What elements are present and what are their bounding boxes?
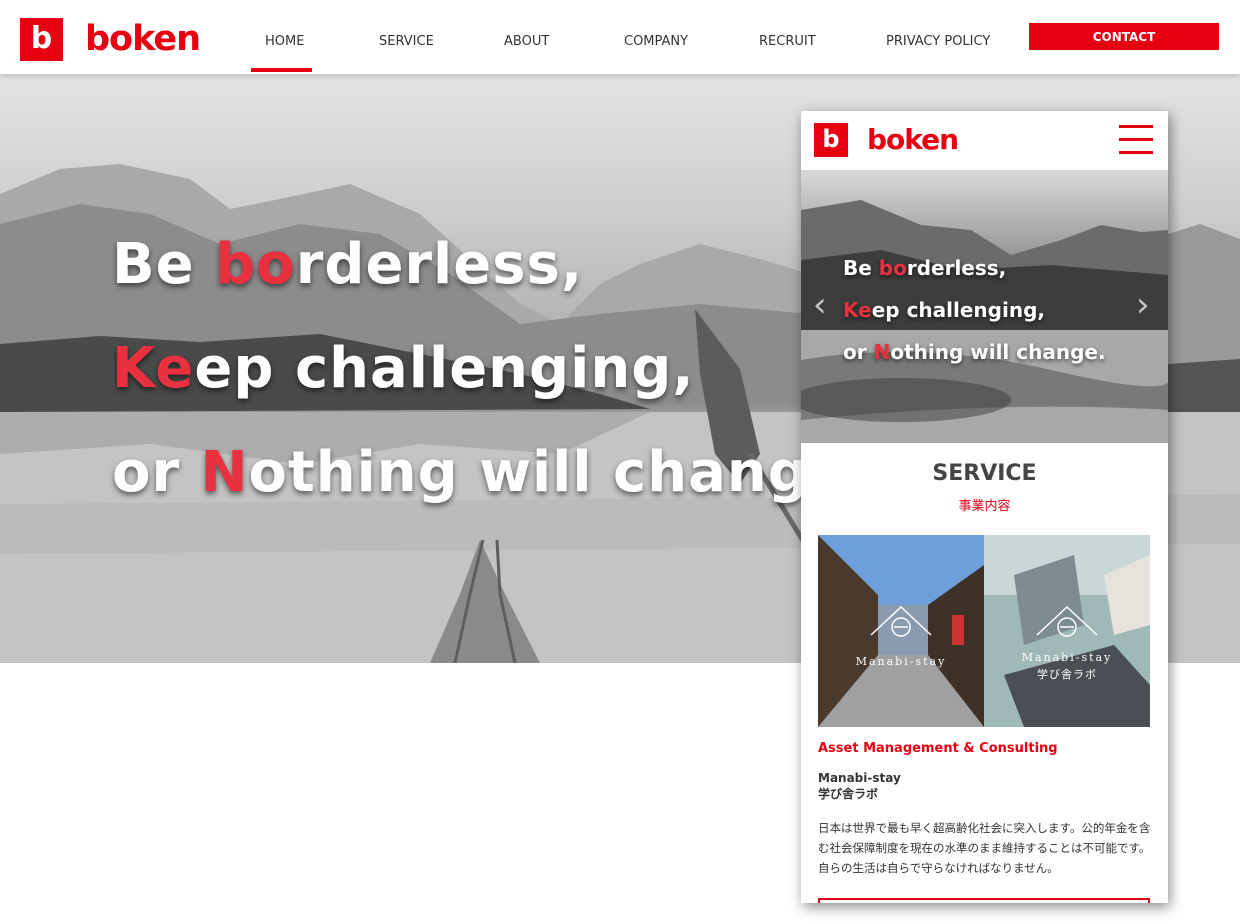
laptop-photo [984,535,1150,727]
service-card-manabi-labo[interactable]: Manabi-stay 学び舎ラボ [984,535,1150,727]
hero-line-3-rest: othing will change. [248,440,871,505]
service-name-en: Manabi-stay [818,771,901,785]
slider-next-arrow[interactable]: › [1136,285,1150,325]
logo-wordmark: boken [85,19,201,59]
logo-mark: b [20,18,63,61]
mobile-line-1-text: Be [843,256,879,280]
hero-line-3-text: or [112,440,201,505]
mobile-header: b boken [801,111,1168,170]
nav-about[interactable]: ABOUT [504,34,549,49]
card-2-sublabel: 学び舎ラボ [1037,668,1097,681]
site-logo[interactable]: b boken [20,18,201,61]
mobile-line-3-rest: othing will change. [890,340,1106,364]
slider-prev-arrow[interactable]: ‹ [813,285,827,325]
mobile-tagline-line-2: Keep challenging, [843,298,1045,322]
nav-recruit[interactable]: RECRUIT [759,34,816,49]
mobile-logo-wordmark[interactable]: boken [867,121,959,159]
mobile-line-3-text: or [843,340,874,364]
card-1-label: Manabi-stay [855,655,947,668]
hero-line-1-text: Be [112,232,216,297]
mobile-hero: ‹ › Be borderless, Keep challenging, or … [801,170,1168,443]
service-name-jp: 学び舎ラボ [818,787,879,801]
nav-company[interactable]: COMPANY [624,34,688,49]
hero-line-2-rest: ep challenging, [194,336,695,401]
mobile-line-1-rest: rderless, [906,256,1007,280]
service-card-manabi-stay[interactable]: Manabi-stay [818,535,984,727]
mobile-logo-letter: b [822,125,840,153]
service-heading[interactable]: Asset Management & Consulting [818,741,1058,756]
mobile-tagline-line-3: or Nothing will change. [843,340,1106,364]
mobile-line-3-highlight: N [873,340,891,364]
service-section-subtitle: 事業内容 [958,499,1011,514]
mobile-preview: b boken ‹ › Be borderless, Keep challeng… [801,111,1168,903]
mobile-line-1-highlight: bo [878,256,907,280]
street-photo [818,535,984,727]
nav-active-indicator [251,68,312,72]
hero-tagline-line-3: or Nothing will change. [112,440,870,505]
hero-line-2-highlight: Ke [112,336,195,401]
hero-line-1-highlight: bo [215,232,296,297]
site-header: b boken HOME SERVICE ABOUT COMPANY RECRU… [0,0,1240,74]
logo-letter: b [30,21,53,56]
nav-service[interactable]: SERVICE [379,34,434,49]
contact-button[interactable]: CONTACT [1029,23,1219,50]
hero-tagline-line-2: Keep challenging, [112,336,695,401]
service-cards: Manabi-stay Manabi-stay 学び舎ラボ [818,535,1150,727]
service-section-title: SERVICE [932,461,1037,486]
nav-home[interactable]: HOME [265,34,304,49]
hero-tagline-line-1: Be borderless, [112,232,583,297]
more-button[interactable] [818,898,1150,903]
card-2-label: Manabi-stay [1021,651,1113,664]
service-description: 日本は世界で最も早く超高齢化社会に突入します。公的年金を含む社会保障制度を現在の… [818,821,1151,875]
nav-privacy-policy[interactable]: PRIVACY POLICY [886,34,990,49]
hamburger-icon[interactable] [1119,124,1153,156]
mobile-line-2-highlight: Ke [843,298,872,322]
mobile-tagline-line-1: Be borderless, [843,256,1006,280]
hero-line-3-highlight: N [200,440,249,505]
mobile-line-2-rest: ep challenging, [871,298,1045,322]
mobile-logo-mark[interactable]: b [814,123,848,157]
hero-line-1-rest: rderless, [295,232,584,297]
